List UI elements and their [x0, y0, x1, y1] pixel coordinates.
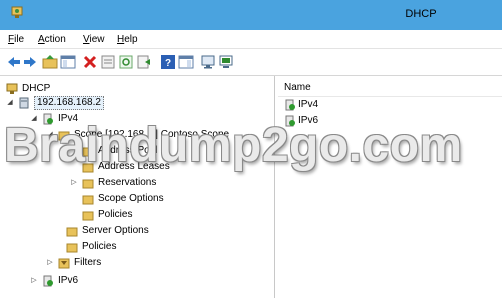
window-title: DHCP	[405, 8, 437, 20]
collapse-arrow-icon[interactable]: ◢	[6, 96, 14, 110]
computer-icon[interactable]	[218, 54, 234, 70]
folder-icon	[82, 195, 94, 205]
ipv4-icon	[285, 99, 295, 111]
expand-arrow-icon[interactable]: ▷	[46, 256, 54, 270]
menu-file[interactable]: File	[8, 34, 24, 45]
menu-view[interactable]: View	[83, 34, 105, 45]
forward-icon[interactable]	[22, 54, 38, 70]
ipv6-icon	[43, 275, 53, 287]
filter-icon	[58, 258, 70, 269]
up-folder-icon[interactable]	[42, 54, 58, 70]
folder-icon	[82, 211, 94, 221]
toolbar: ?	[0, 49, 502, 76]
svg-text:?: ?	[165, 58, 171, 69]
show-hide-tree-icon[interactable]	[60, 54, 76, 70]
export-list-icon[interactable]	[136, 54, 152, 70]
column-separator	[278, 96, 502, 97]
show-hide-action-pane-icon[interactable]	[178, 54, 194, 70]
expand-arrow-icon[interactable]: ▷	[70, 176, 78, 190]
column-header-name[interactable]: Name	[284, 82, 311, 93]
server-icon	[19, 97, 29, 109]
expand-arrow-icon[interactable]: ▷	[30, 274, 38, 288]
delete-icon[interactable]	[82, 54, 98, 70]
watermark: Braindump2go.com	[4, 119, 463, 172]
dhcp-icon	[6, 83, 18, 94]
results-pane: Name IPv4 IPv6	[278, 76, 502, 298]
folder-icon	[66, 227, 78, 237]
refresh-icon[interactable]	[118, 54, 134, 70]
display-statistics-icon[interactable]	[200, 54, 216, 70]
title-bar: DHCP	[0, 0, 502, 30]
folder-icon	[66, 243, 78, 253]
back-icon[interactable]	[6, 54, 22, 70]
menu-action[interactable]: Action	[38, 34, 66, 45]
help-icon[interactable]: ?	[160, 54, 176, 70]
console-tree: DHCP ◢ 192.168.168.2 ◢ IPv4 ◢ Scope [192…	[0, 76, 275, 298]
folder-icon	[82, 179, 94, 189]
menu-bar: File Action View Help	[0, 30, 502, 49]
menu-help[interactable]: Help	[117, 34, 138, 45]
properties-icon[interactable]	[100, 54, 116, 70]
